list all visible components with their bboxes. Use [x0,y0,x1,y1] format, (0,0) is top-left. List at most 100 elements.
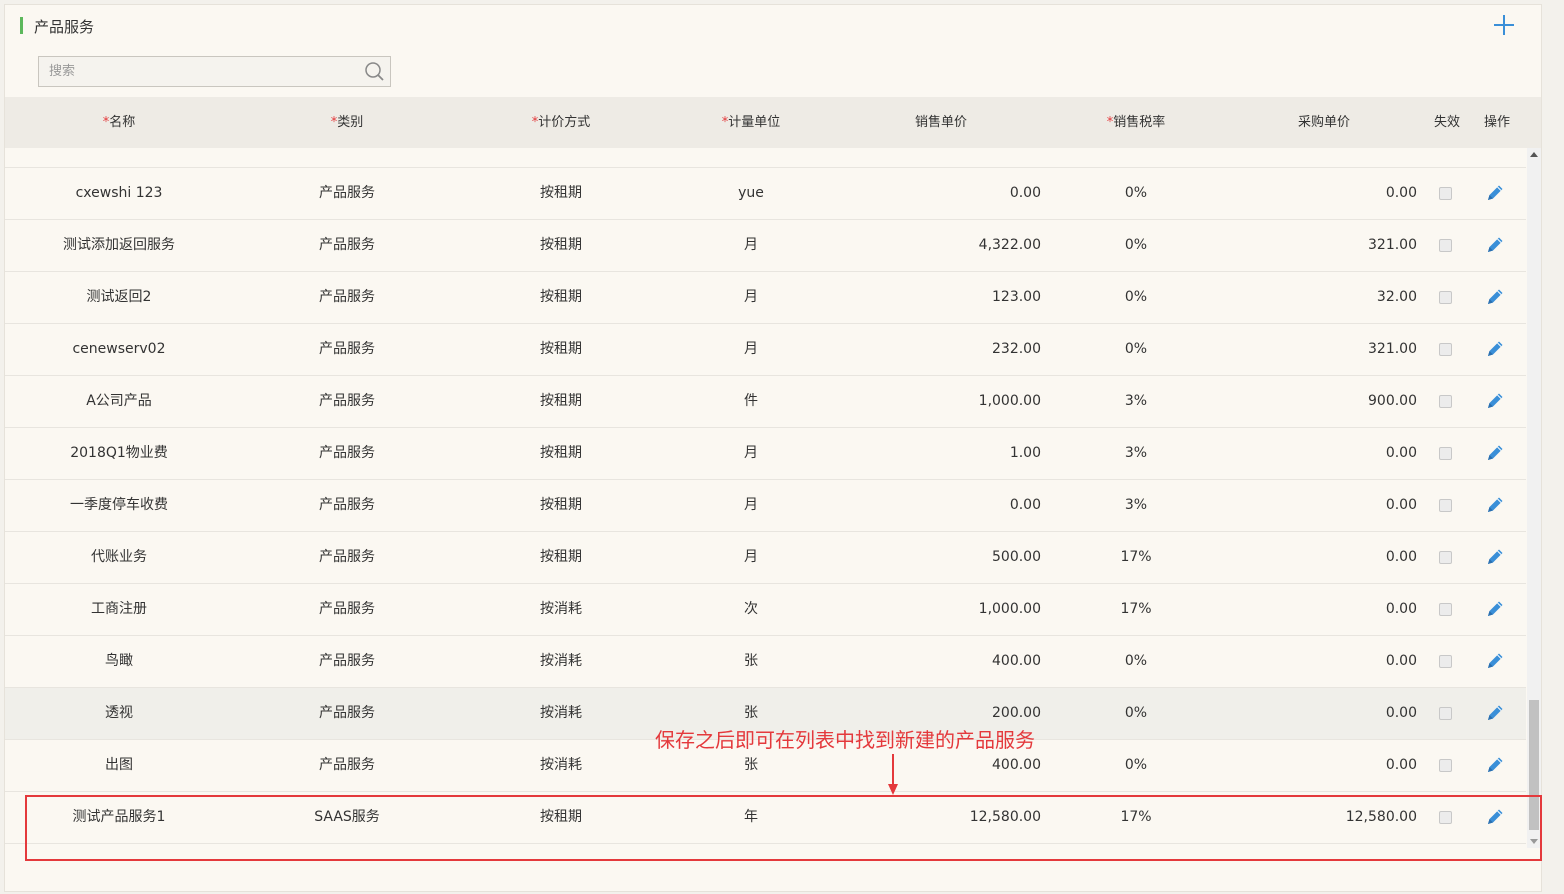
cell-tax-rate: 17% [1120,549,1152,565]
edit-pencil-icon[interactable] [1484,546,1506,568]
cell-purchase-price: 321.00 [1368,237,1417,253]
annotation-arrow-icon [888,754,898,795]
edit-pencil-icon[interactable] [1484,286,1506,308]
page-title: 产品服务 [34,18,95,36]
cell-tax-rate: 0% [1124,705,1148,721]
cell-sale-price: 1,000.00 [978,601,1041,617]
search-box [38,56,391,87]
cell-category: 产品服务 [319,289,375,305]
table-row[interactable]: cenewserv02 产品服务 按租期 月 232.00 0% 321.00 [5,324,1526,376]
disabled-checkbox[interactable] [1439,499,1452,512]
disabled-checkbox[interactable] [1439,395,1452,408]
cell-tax-rate: 3% [1124,445,1148,461]
cell-category: 产品服务 [319,705,375,721]
table-header: *名称 *类别 *计价方式 *计量单位 销售单价 *销售税率 采购单价 失效 操作 [5,97,1541,148]
table-row[interactable]: 测试添加返回服务 产品服务 按租期 月 4,322.00 0% 321.00 [5,220,1526,272]
cell-tax-rate: 0% [1124,289,1148,305]
cell-pricing: 按租期 [540,445,582,461]
cell-purchase-price: 0.00 [1385,497,1417,513]
cell-sale-price: 123.00 [992,289,1041,305]
column-header: *类别 [233,97,461,148]
table-row[interactable]: 2018Q1物业费 产品服务 按租期 月 1.00 3% 0.00 [5,428,1526,480]
cell-unit: 月 [744,341,758,357]
panel-header: 产品服务 [5,5,1541,47]
disabled-checkbox[interactable] [1439,187,1452,200]
table-row-partial [5,148,1526,168]
cell-sale-price: 1.00 [1009,445,1041,461]
cell-purchase-price: 0.00 [1385,757,1417,773]
cell-pricing: 按租期 [540,341,582,357]
table-row[interactable]: 工商注册 产品服务 按消耗 次 1,000.00 17% 0.00 [5,584,1526,636]
cell-purchase-price: 0.00 [1385,601,1417,617]
cell-name: 透视 [105,705,133,721]
disabled-checkbox[interactable] [1439,551,1452,564]
cell-name: cenewserv02 [72,341,166,357]
cell-name: 出图 [105,757,133,773]
cell-category: 产品服务 [319,497,375,513]
cell-purchase-price: 32.00 [1376,289,1417,305]
edit-pencil-icon[interactable] [1484,390,1506,412]
column-header: 失效 [1425,97,1469,148]
disabled-checkbox[interactable] [1439,655,1452,668]
column-header: *计量单位 [661,97,841,148]
table-row[interactable]: 鸟瞰 产品服务 按消耗 张 400.00 0% 0.00 [5,636,1526,688]
add-icon[interactable] [1491,12,1517,38]
title-accent-bar [20,17,23,34]
disabled-checkbox[interactable] [1439,707,1452,720]
edit-pencil-icon[interactable] [1484,234,1506,256]
cell-unit: 件 [744,393,758,409]
cell-purchase-price: 321.00 [1368,341,1417,357]
table-row[interactable]: 代账业务 产品服务 按租期 月 500.00 17% 0.00 [5,532,1526,584]
cell-tax-rate: 17% [1120,601,1152,617]
disabled-checkbox[interactable] [1439,759,1452,772]
cell-sale-price: 4,322.00 [978,237,1041,253]
cell-category: 产品服务 [319,341,375,357]
cell-purchase-price: 0.00 [1385,653,1417,669]
disabled-checkbox[interactable] [1439,343,1452,356]
edit-pencil-icon[interactable] [1484,754,1506,776]
search-input[interactable] [39,57,359,86]
cell-category: 产品服务 [319,757,375,773]
cell-category: 产品服务 [319,237,375,253]
search-icon[interactable] [364,61,386,83]
cell-category: 产品服务 [319,601,375,617]
column-header-label: 采购单价 [1297,115,1350,130]
cell-pricing: 按租期 [540,237,582,253]
cell-purchase-price: 0.00 [1385,549,1417,565]
edit-pencil-icon[interactable] [1484,442,1506,464]
column-header-label: 销售单价 [914,115,967,130]
cell-pricing: 按消耗 [540,601,582,617]
edit-pencil-icon[interactable] [1484,650,1506,672]
table-row[interactable]: A公司产品 产品服务 按租期 件 1,000.00 3% 900.00 [5,376,1526,428]
scroll-up-arrow-icon[interactable] [1530,152,1538,157]
cell-sale-price: 400.00 [992,653,1041,669]
column-header-label: 名称 [109,115,136,130]
column-header: 操作 [1475,97,1519,148]
cell-pricing: 按租期 [540,549,582,565]
cell-pricing: 按租期 [540,497,582,513]
cell-tax-rate: 0% [1124,341,1148,357]
cell-unit: 月 [744,549,758,565]
cell-unit: yue [738,185,764,201]
cell-name: 测试返回2 [86,289,152,305]
edit-pencil-icon[interactable] [1484,494,1506,516]
cell-name: 测试添加返回服务 [63,237,175,253]
cell-sale-price: 0.00 [1009,185,1041,201]
edit-pencil-icon[interactable] [1484,338,1506,360]
cell-category: 产品服务 [319,185,375,201]
table-row[interactable]: 一季度停车收费 产品服务 按租期 月 0.00 3% 0.00 [5,480,1526,532]
cell-sale-price: 232.00 [992,341,1041,357]
disabled-checkbox[interactable] [1439,239,1452,252]
edit-pencil-icon[interactable] [1484,182,1506,204]
table-row[interactable]: cxewshi 123 产品服务 按租期 yue 0.00 0% 0.00 [5,168,1526,220]
edit-pencil-icon[interactable] [1484,598,1506,620]
table-scrollbar[interactable] [1527,148,1541,848]
cell-purchase-price: 900.00 [1368,393,1417,409]
edit-pencil-icon[interactable] [1484,702,1506,724]
disabled-checkbox[interactable] [1439,447,1452,460]
disabled-checkbox[interactable] [1439,603,1452,616]
cell-unit: 张 [744,653,758,669]
table-row[interactable]: 测试返回2 产品服务 按租期 月 123.00 0% 32.00 [5,272,1526,324]
disabled-checkbox[interactable] [1439,291,1452,304]
column-header-label: 类别 [337,115,364,130]
